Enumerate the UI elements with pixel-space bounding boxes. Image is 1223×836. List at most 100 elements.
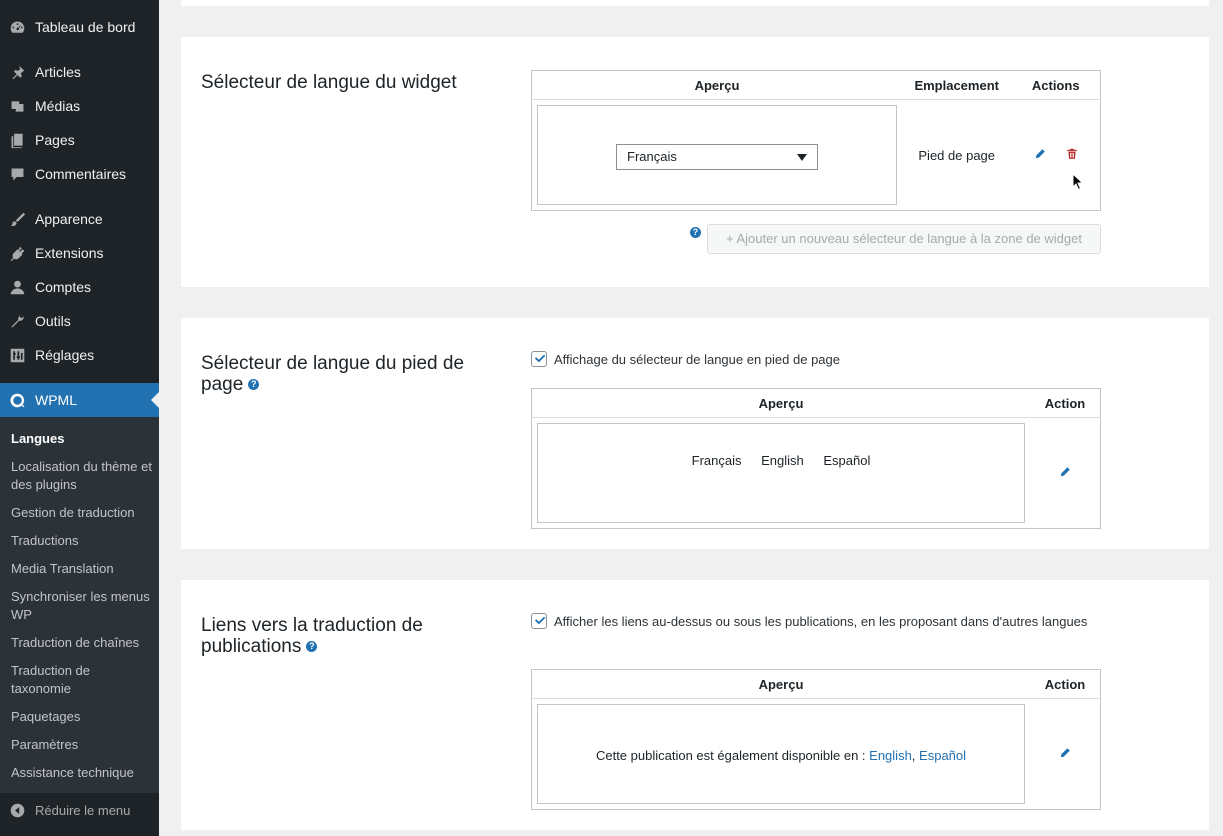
edit-pencil-icon[interactable] bbox=[1034, 148, 1046, 163]
menu-label: Médias bbox=[35, 98, 81, 114]
menu-item-wpml[interactable]: WPML bbox=[0, 383, 159, 417]
previous-panel bbox=[181, 0, 1209, 6]
user-icon bbox=[8, 278, 26, 296]
edit-pencil-icon[interactable] bbox=[1059, 747, 1071, 762]
widget-preview-box: Français bbox=[537, 105, 897, 205]
media-icon bbox=[8, 97, 26, 115]
menu-label: Pages bbox=[35, 132, 75, 148]
help-icon[interactable]: ? bbox=[690, 227, 701, 238]
column-header-actions: Actions bbox=[1011, 70, 1101, 100]
column-header-preview: Aperçu bbox=[531, 388, 1030, 418]
menu-item-accounts[interactable]: Comptes bbox=[0, 272, 159, 302]
language-link-french[interactable]: Français bbox=[692, 453, 742, 468]
submenu-item-translation-management[interactable]: Gestion de traduction bbox=[11, 504, 153, 522]
menu-label: Comptes bbox=[35, 279, 92, 295]
submenu-item-string-translation[interactable]: Traduction de chaînes bbox=[11, 634, 153, 652]
submenu-item-parameters[interactable]: Paramètres bbox=[11, 736, 153, 754]
help-icon[interactable]: ? bbox=[248, 379, 260, 390]
menu-item-medias[interactable]: Médias bbox=[0, 91, 159, 121]
section-title: Sélecteur de langue du widget bbox=[201, 72, 457, 93]
menu-item-settings[interactable]: Réglages bbox=[0, 340, 159, 370]
submenu-item-languages[interactable]: Langues bbox=[11, 430, 153, 448]
submenu-item-taxonomy-translation[interactable]: Traduction de taxonomie bbox=[11, 662, 153, 698]
post-links-preview-box: Cette publication est également disponib… bbox=[537, 704, 1025, 804]
collapse-menu-button[interactable]: Réduire le menu bbox=[0, 795, 159, 825]
link-english[interactable]: English bbox=[869, 748, 912, 763]
pin-icon bbox=[8, 63, 26, 81]
checkbox-label: Afficher les liens au-dessus ou sous les… bbox=[554, 614, 1088, 629]
language-select[interactable]: Français bbox=[616, 144, 818, 170]
menu-label: Réglages bbox=[35, 347, 95, 363]
post-links-panel: Liens vers la traduction de publications… bbox=[181, 580, 1209, 830]
dashboard-icon bbox=[8, 18, 26, 36]
brush-icon bbox=[8, 210, 26, 228]
preview-text: Cette publication est également disponib… bbox=[595, 748, 870, 763]
menu-label: Outils bbox=[35, 313, 71, 329]
menu-label: Réduire le menu bbox=[35, 802, 131, 818]
collapse-icon bbox=[8, 801, 26, 819]
menu-item-comments[interactable]: Commentaires bbox=[0, 159, 159, 189]
dropdown-arrow-icon bbox=[797, 154, 807, 161]
menu-label: Articles bbox=[35, 64, 81, 80]
comment-icon bbox=[8, 165, 26, 183]
column-header-location: Emplacement bbox=[902, 70, 1012, 100]
menu-item-dashboard[interactable]: Tableau de bord bbox=[0, 12, 159, 42]
select-value: Français bbox=[627, 149, 677, 164]
delete-trash-icon[interactable] bbox=[1066, 147, 1078, 163]
action-cell bbox=[1030, 699, 1101, 810]
submenu-item-translations[interactable]: Traductions bbox=[11, 532, 153, 550]
menu-label: Apparence bbox=[35, 211, 103, 227]
column-header-action: Action bbox=[1030, 669, 1101, 699]
section-title-text: Sélecteur de langue du pied de page bbox=[201, 353, 465, 395]
admin-sidebar: Tableau de bord Articles Médias Pages Co… bbox=[0, 0, 159, 836]
menu-item-extensions[interactable]: Extensions bbox=[0, 238, 159, 268]
column-header-preview: Aperçu bbox=[531, 669, 1030, 699]
menu-item-articles[interactable]: Articles bbox=[0, 57, 159, 87]
add-widget-switcher-button[interactable]: + Ajouter un nouveau sélecteur de langue… bbox=[707, 224, 1101, 254]
pages-icon bbox=[8, 131, 26, 149]
settings-icon bbox=[8, 346, 26, 364]
preview-cell: Français bbox=[532, 100, 903, 211]
submenu-item-support[interactable]: Assistance technique bbox=[11, 764, 153, 782]
language-link-english[interactable]: English bbox=[761, 453, 804, 468]
menu-label: Extensions bbox=[35, 245, 104, 261]
edit-pencil-icon[interactable] bbox=[1059, 466, 1071, 481]
menu-item-appearance[interactable]: Apparence bbox=[0, 204, 159, 234]
post-links-checkbox[interactable] bbox=[531, 613, 547, 629]
language-link-spanish[interactable]: Español bbox=[823, 453, 870, 468]
column-header-preview: Aperçu bbox=[531, 70, 902, 100]
footer-switcher-checkbox[interactable] bbox=[531, 351, 547, 367]
widget-switcher-table: Aperçu Emplacement Actions Français Pied… bbox=[531, 70, 1101, 211]
wpml-submenu: Langues Localisation du thème et des plu… bbox=[0, 417, 159, 793]
submenu-item-packages[interactable]: Paquetages bbox=[11, 708, 153, 726]
wrench-icon bbox=[8, 312, 26, 330]
link-separator: , bbox=[911, 748, 916, 763]
help-icon[interactable]: ? bbox=[306, 641, 318, 652]
menu-item-pages[interactable]: Pages bbox=[0, 125, 159, 155]
menu-item-tools[interactable]: Outils bbox=[0, 306, 159, 336]
menu-label: WPML bbox=[35, 392, 77, 408]
section-title: Liens vers la traduction de publications… bbox=[201, 615, 501, 657]
submenu-item-theme-localization[interactable]: Localisation du thème et des plugins bbox=[11, 458, 153, 494]
footer-switcher-checkbox-row: Affichage du sélecteur de langue en pied… bbox=[531, 350, 840, 369]
submenu-item-media-translation[interactable]: Media Translation bbox=[11, 560, 153, 578]
submenu-item-sync-menus[interactable]: Synchroniser les menus WP bbox=[11, 588, 153, 624]
plugin-icon bbox=[8, 244, 26, 262]
checkbox-label: Affichage du sélecteur de langue en pied… bbox=[554, 352, 840, 367]
location-cell: Pied de page bbox=[918, 147, 996, 163]
footer-switcher-panel: Sélecteur de langue du pied de page? Aff… bbox=[181, 318, 1209, 549]
wpml-icon bbox=[8, 391, 26, 409]
post-links-checkbox-row: Afficher les liens au-dessus ou sous les… bbox=[531, 612, 1091, 631]
current-menu-arrow bbox=[151, 392, 159, 408]
footer-preview-box: Français English Español bbox=[537, 423, 1025, 523]
section-title: Sélecteur de langue du pied de page? bbox=[201, 353, 501, 395]
menu-label: Tableau de bord bbox=[35, 19, 136, 35]
menu-label: Commentaires bbox=[35, 166, 127, 182]
preview-cell: Français English Español bbox=[532, 418, 1031, 529]
footer-switcher-table: Aperçu Action Français English Español bbox=[531, 388, 1101, 529]
post-links-table: Aperçu Action Cette publication est égal… bbox=[531, 669, 1101, 810]
action-cell bbox=[1030, 418, 1101, 529]
widget-switcher-panel: Sélecteur de langue du widget Aperçu Emp… bbox=[181, 37, 1209, 287]
mouse-cursor-icon bbox=[1072, 173, 1084, 191]
link-spanish[interactable]: Español bbox=[919, 748, 966, 763]
